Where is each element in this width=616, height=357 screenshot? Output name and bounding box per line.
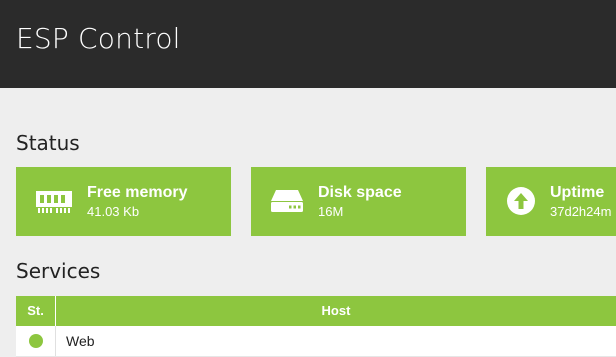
status-card-uptime: Uptime 37d2h24m xyxy=(486,167,616,236)
memory-chip-icon xyxy=(34,187,74,219)
status-card-label: Disk space xyxy=(318,184,402,201)
status-card-text: Uptime 37d2h24m xyxy=(550,183,611,220)
status-card-label: Uptime xyxy=(550,184,605,201)
table-row[interactable]: Web xyxy=(16,326,616,357)
column-header-status: St. xyxy=(16,296,56,326)
table-header: St. Host xyxy=(16,296,616,326)
column-header-host: Host xyxy=(321,303,351,318)
services-table: St. Host Web xyxy=(16,296,616,357)
status-card-value: 16M xyxy=(318,204,344,219)
status-card-free-memory: Free memory 41.03 Kb xyxy=(16,167,231,236)
status-section-title: Status xyxy=(16,131,80,155)
status-card-value: 37d2h24m xyxy=(550,204,612,219)
status-card-disk-space: Disk space 16M xyxy=(251,167,466,236)
status-card-text: Free memory 41.03 Kb xyxy=(87,183,188,220)
status-card-value: 41.03 Kb xyxy=(87,204,140,219)
status-card-label: Free memory xyxy=(87,184,188,201)
top-bar: ESP Control xyxy=(0,0,616,88)
status-card-text: Disk space 16M xyxy=(318,183,402,220)
status-cell xyxy=(16,326,56,356)
app-title: ESP Control xyxy=(16,22,181,55)
hard-drive-icon xyxy=(269,187,305,219)
up-arrow-circle-icon xyxy=(506,186,536,220)
status-online-indicator xyxy=(29,334,43,348)
host-cell: Web xyxy=(66,333,95,349)
services-section-title: Services xyxy=(16,259,101,283)
